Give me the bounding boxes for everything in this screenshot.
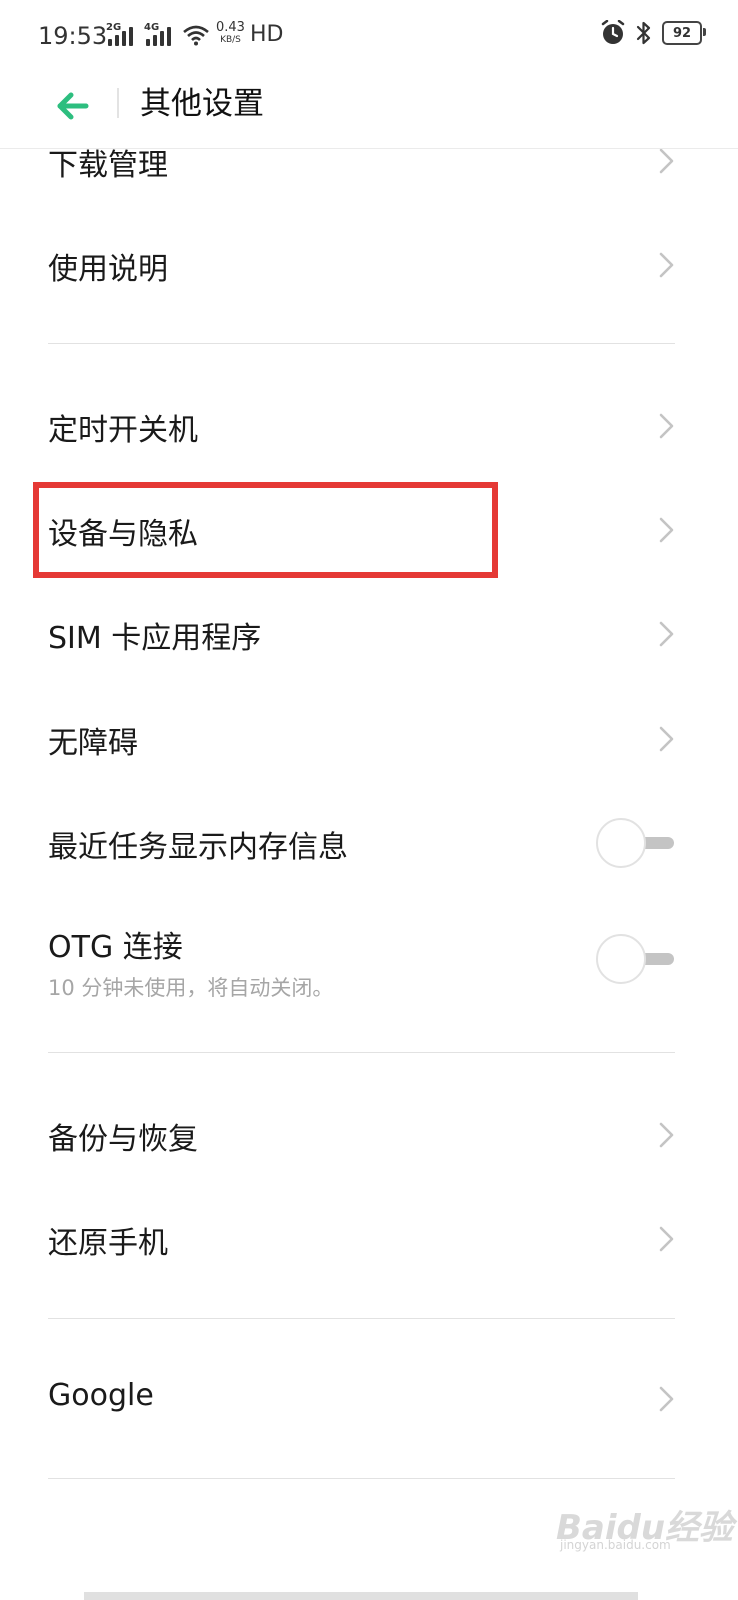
list-item-sim-apps[interactable]: SIM 卡应用程序	[0, 583, 738, 683]
arrow-left-icon	[57, 92, 89, 120]
item-label: 最近任务显示内存信息	[48, 830, 348, 865]
list-item-google[interactable]: Google	[0, 1348, 738, 1448]
signal-icon: 4G	[144, 22, 171, 46]
item-label: 设备与隐私	[48, 517, 198, 552]
network-speed: 0.43 KB/S	[216, 20, 245, 46]
list-item-otg: OTG 连接 10 分钟未使用，将自动关闭。	[0, 896, 738, 1016]
list-item-recent-tasks-memory: 最近任务显示内存信息	[0, 792, 738, 892]
item-label: 无障碍	[48, 726, 138, 761]
back-button[interactable]	[50, 84, 94, 128]
signal-icon: 2G	[106, 22, 133, 46]
item-label: 使用说明	[48, 252, 168, 287]
item-label: 定时开关机	[48, 413, 198, 448]
list-item-device-privacy[interactable]: 设备与隐私	[0, 479, 738, 579]
status-bar: 19:53 2G 4G 0.43 KB/S HD 92	[0, 0, 738, 74]
memory-info-toggle[interactable]	[596, 818, 678, 868]
status-time: 19:53	[38, 22, 108, 50]
status-right-icons: 92	[600, 20, 706, 46]
network-type-label: 2G	[106, 22, 122, 33]
chevron-right-icon	[659, 621, 674, 647]
battery-level: 92	[672, 25, 692, 41]
network-speed-value: 0.43	[216, 20, 245, 35]
item-label: 还原手机	[48, 1226, 168, 1261]
bluetooth-icon	[636, 21, 651, 45]
chevron-right-icon	[659, 1226, 674, 1252]
settings-list: 下载管理 使用说明 定时开关机 设备与隐私 SIM 卡应用程序 无障碍 最近任务…	[0, 0, 738, 1600]
list-item-instructions[interactable]: 使用说明	[0, 214, 738, 314]
watermark-url: jingyan.baidu.com	[560, 1538, 671, 1552]
item-label: 备份与恢复	[48, 1122, 198, 1157]
app-header: 其他设置	[0, 74, 738, 149]
toggle-knob	[596, 934, 646, 984]
chevron-right-icon	[659, 726, 674, 752]
toggle-knob	[596, 818, 646, 868]
chevron-right-icon	[659, 1122, 674, 1148]
list-item-backup-restore[interactable]: 备份与恢复	[0, 1084, 738, 1184]
section-divider	[48, 1478, 675, 1479]
header-divider	[117, 88, 119, 118]
bottom-strip	[84, 1592, 638, 1600]
alarm-icon	[601, 20, 625, 44]
battery-icon: 92	[662, 21, 706, 45]
hd-indicator: HD	[250, 22, 284, 47]
section-divider	[48, 343, 675, 344]
chevron-right-icon	[659, 413, 674, 439]
list-item-scheduled-power[interactable]: 定时开关机	[0, 375, 738, 475]
page-title: 其他设置	[140, 86, 264, 122]
chevron-right-icon	[659, 1386, 674, 1412]
list-item-reset-phone[interactable]: 还原手机	[0, 1188, 738, 1288]
list-item-accessibility[interactable]: 无障碍	[0, 688, 738, 788]
section-divider	[48, 1318, 675, 1319]
chevron-right-icon	[659, 252, 674, 278]
section-divider	[48, 1052, 675, 1053]
item-label: Google	[48, 1378, 154, 1413]
network-type-label: 4G	[144, 22, 160, 33]
wifi-icon	[183, 25, 209, 46]
otg-toggle[interactable]	[596, 934, 678, 984]
chevron-right-icon	[659, 517, 674, 543]
item-subtitle: 10 分钟未使用，将自动关闭。	[48, 976, 334, 1000]
item-label: OTG 连接	[48, 930, 183, 965]
network-speed-unit: KB/S	[220, 35, 241, 45]
chevron-right-icon	[659, 148, 674, 174]
item-label: SIM 卡应用程序	[48, 621, 262, 656]
